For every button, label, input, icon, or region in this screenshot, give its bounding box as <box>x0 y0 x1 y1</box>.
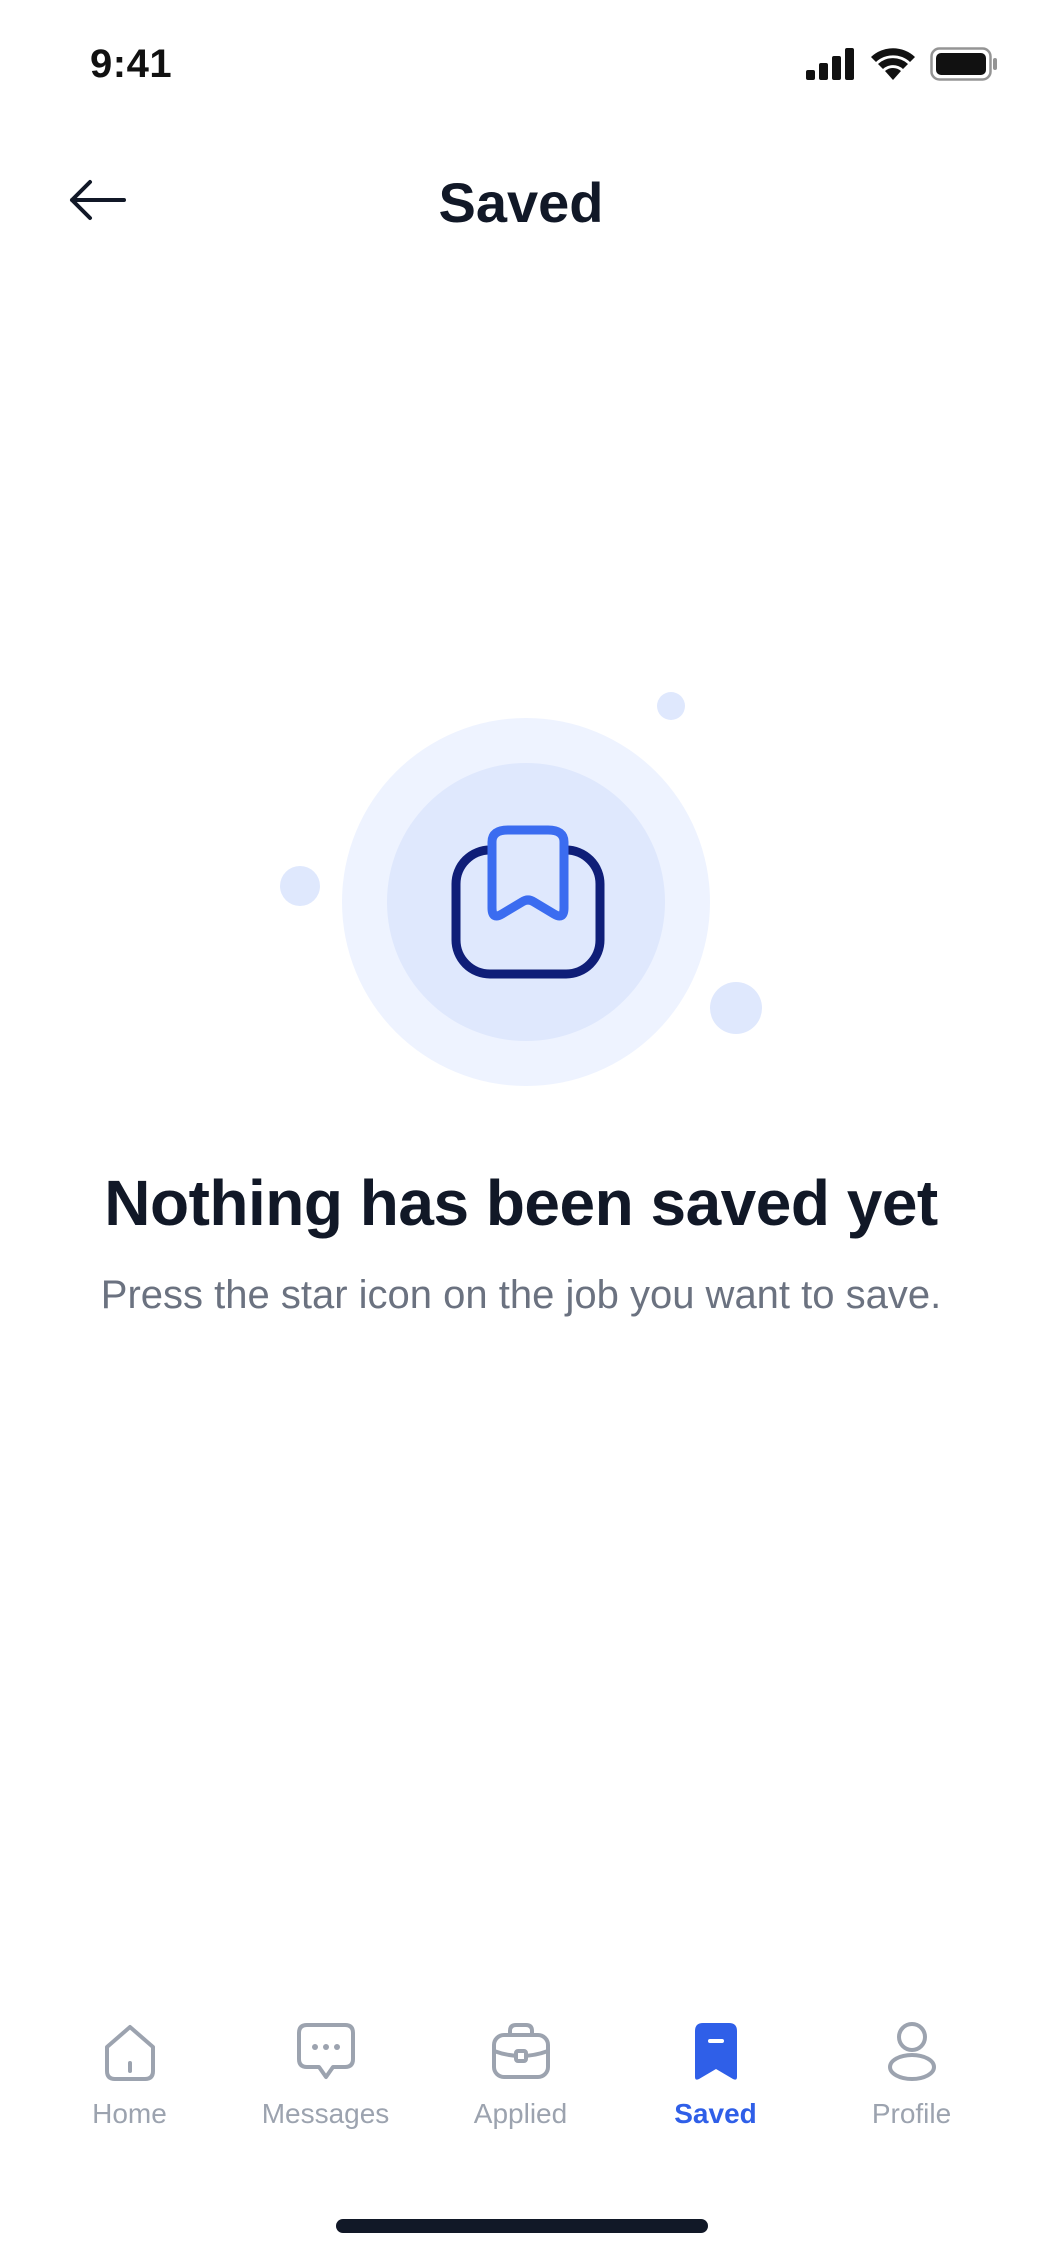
tab-profile-label: Profile <box>871 2098 952 2129</box>
battery-icon <box>930 47 997 81</box>
tab-saved[interactable]: Saved <box>618 2020 813 2130</box>
tab-profile[interactable]: Profile <box>814 2020 1009 2130</box>
tab-applied-label: Applied <box>473 2098 568 2129</box>
status-time: 9:41 <box>90 42 173 86</box>
status-bar: 9:41 <box>0 0 1042 132</box>
wifi-icon <box>871 48 915 80</box>
empty-state-subtitle: Press the star icon on the job you want … <box>100 1273 942 1317</box>
bookmark-icon <box>694 2023 737 2080</box>
chat-bubble-icon <box>296 2023 355 2079</box>
user-icon <box>887 2022 936 2081</box>
empty-state-illustration <box>270 680 770 1100</box>
page-title: Saved <box>438 171 604 234</box>
briefcase-icon <box>491 2023 550 2079</box>
home-icon <box>104 2025 155 2081</box>
home-indicator <box>336 2219 708 2233</box>
bottom-tab-bar: Home Messages Applied Saved Profile <box>0 2020 1042 2160</box>
empty-state-title: Nothing has been saved yet <box>104 1167 938 1239</box>
tab-messages[interactable]: Messages <box>228 2020 423 2130</box>
bubble-top-right <box>657 692 685 720</box>
tab-home[interactable]: Home <box>32 2020 227 2130</box>
header: Saved <box>0 150 1042 250</box>
tab-saved-label: Saved <box>674 2098 757 2129</box>
tab-messages-label: Messages <box>261 2098 390 2129</box>
bubble-bottom-right <box>710 982 762 1034</box>
cellular-signal-icon <box>806 48 854 80</box>
tab-applied[interactable]: Applied <box>423 2020 618 2130</box>
status-icons <box>806 46 998 82</box>
tab-home-label: Home <box>92 2098 167 2129</box>
bubble-left <box>280 866 320 906</box>
